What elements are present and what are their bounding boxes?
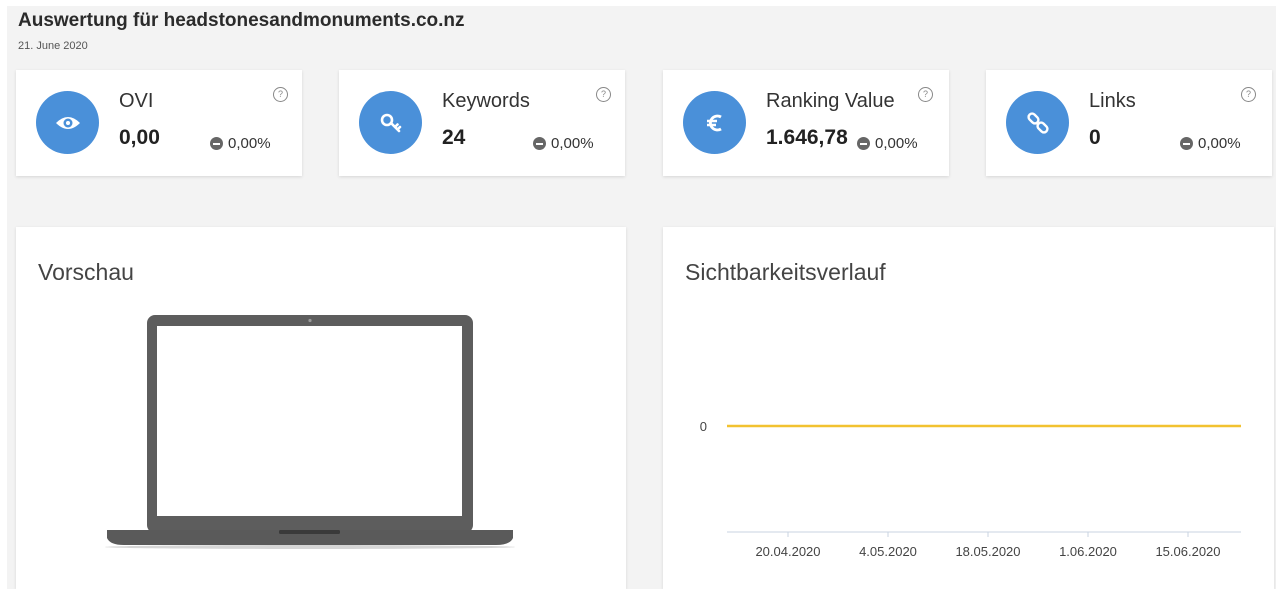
kpi-value: 24: [442, 126, 466, 149]
kpi-change-value: 0,00%: [1198, 135, 1241, 152]
minus-circle-icon: [857, 137, 870, 150]
visibility-line-chart: 20.04.2020 4.05.2020 18.05.2020 1.06.2020 15…: [700, 419, 1241, 559]
kpi-card-ovi: OVI 0,00 ? 0,00%: [16, 70, 302, 176]
kpi-value: 1.646,78: [766, 126, 848, 149]
kpi-label: Keywords: [442, 90, 530, 112]
x-tick-label: 18.05.2020: [955, 544, 1020, 559]
kpi-value: 0: [1089, 126, 1101, 149]
minus-circle-icon: [1180, 137, 1193, 150]
kpi-change: 0,00%: [210, 135, 271, 152]
kpi-label: Ranking Value: [766, 90, 895, 112]
report-date: 21. June 2020: [18, 40, 88, 52]
preview-title: Vorschau: [38, 259, 134, 285]
kpi-label: Links: [1089, 90, 1136, 112]
eye-icon: [36, 91, 99, 154]
kpi-change: 0,00%: [533, 135, 594, 152]
page-title: Auswertung für headstonesandmonuments.co…: [18, 10, 465, 31]
kpi-card-keywords: Keywords 24 ? 0,00%: [339, 70, 625, 176]
minus-circle-icon: [210, 137, 223, 150]
x-tick-label: 4.05.2020: [859, 544, 917, 559]
kpi-card-ranking-value: Ranking Value 1.646,78 ? 0,00%: [663, 70, 949, 176]
kpi-change: 0,00%: [857, 135, 918, 152]
minus-circle-icon: [533, 137, 546, 150]
help-icon[interactable]: ?: [1241, 87, 1256, 102]
help-icon[interactable]: ?: [918, 87, 933, 102]
x-tick-label: 1.06.2020: [1059, 544, 1117, 559]
laptop-illustration: [105, 315, 515, 549]
kpi-change: 0,00%: [1180, 135, 1241, 152]
kpi-change-value: 0,00%: [228, 135, 271, 152]
help-icon[interactable]: ?: [273, 87, 288, 102]
euro-icon: [683, 91, 746, 154]
kpi-label: OVI: [119, 90, 154, 112]
help-icon[interactable]: ?: [596, 87, 611, 102]
kpi-card-links: Links 0 ? 0,00%: [986, 70, 1272, 176]
preview-panel: Vorschau: [16, 227, 626, 589]
visibility-chart-panel: Sichtbarkeitsverlauf 20.04.2020 4.05.2020…: [663, 227, 1274, 589]
x-tick-label: 20.04.2020: [755, 544, 820, 559]
dashboard-page: Auswertung für headstonesandmonuments.co…: [7, 6, 1276, 589]
kpi-value: 0,00: [119, 126, 160, 149]
key-icon: [359, 91, 422, 154]
x-tick-label: 15.06.2020: [1155, 544, 1220, 559]
kpi-change-value: 0,00%: [875, 135, 918, 152]
kpi-change-value: 0,00%: [551, 135, 594, 152]
link-icon: [1006, 91, 1069, 154]
y-tick-label: 0: [700, 419, 707, 434]
